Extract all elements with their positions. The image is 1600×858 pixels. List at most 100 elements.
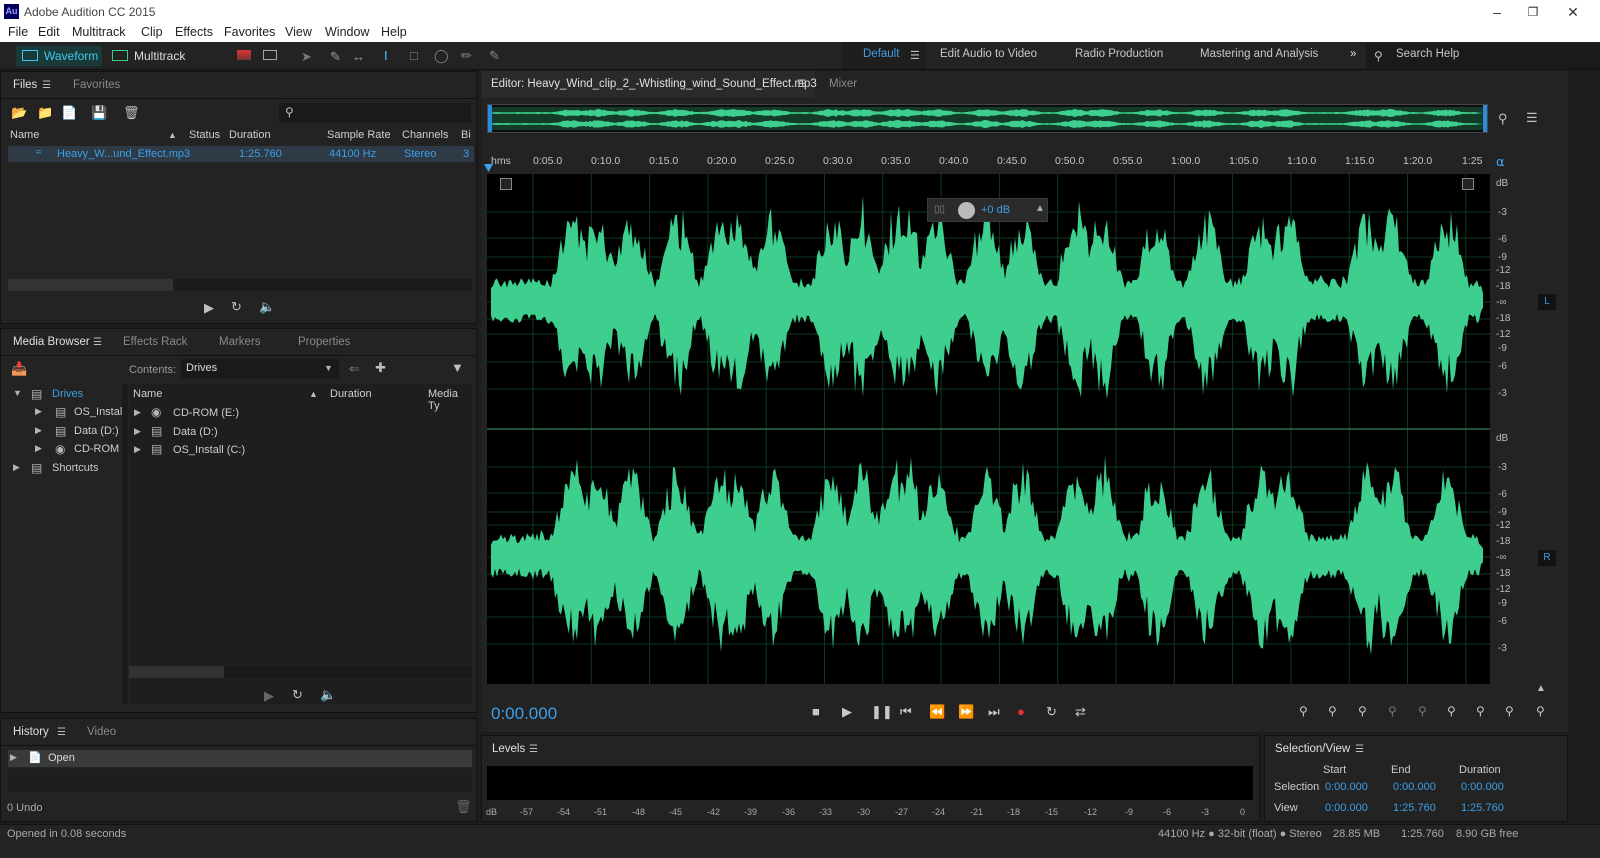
volume-knob[interactable] bbox=[958, 202, 975, 219]
view-end[interactable]: 1:25.760 bbox=[1393, 802, 1436, 814]
media-item[interactable]: CD-ROM (E:) bbox=[173, 407, 239, 419]
menu-view[interactable]: View bbox=[285, 25, 312, 39]
tab-favorites[interactable]: Favorites bbox=[73, 72, 120, 98]
tree-shortcuts[interactable]: Shortcuts bbox=[52, 462, 98, 474]
tree-data[interactable]: Data (D:) bbox=[74, 425, 119, 437]
expand-icon[interactable]: ▶ bbox=[13, 462, 20, 473]
col-media-type[interactable]: Media Ty bbox=[428, 388, 472, 412]
media-item[interactable]: Data (D:) bbox=[173, 426, 218, 438]
selection-start[interactable]: 0:00.000 bbox=[1325, 781, 1368, 793]
time-ruler[interactable] bbox=[487, 151, 1490, 173]
overview-bar[interactable] bbox=[487, 104, 1488, 133]
pause-icon[interactable]: ❚❚ bbox=[871, 704, 893, 720]
menu-help[interactable]: Help bbox=[381, 25, 407, 39]
right-channel-toggle[interactable]: R bbox=[1538, 550, 1556, 566]
tab-properties[interactable]: Properties bbox=[298, 329, 350, 355]
col-sample-rate[interactable]: Sample Rate bbox=[327, 129, 391, 141]
fade-in-icon[interactable] bbox=[500, 178, 512, 190]
filter-icon[interactable]: ▼ bbox=[451, 361, 464, 375]
tab-selection-view[interactable]: Selection/View bbox=[1275, 736, 1350, 762]
tab-media-browser[interactable]: Media Browser bbox=[13, 329, 90, 355]
healing-tool-icon[interactable]: ✎ bbox=[489, 49, 500, 63]
record-icon[interactable]: ● bbox=[1017, 704, 1025, 719]
razor-tool-icon[interactable]: ✎ bbox=[330, 50, 341, 64]
expand-icon[interactable]: ▶ bbox=[134, 444, 141, 455]
col-bits[interactable]: Bi bbox=[461, 129, 471, 141]
fast-forward-icon[interactable]: ⏩ bbox=[958, 704, 974, 720]
loop-icon[interactable]: ↻ bbox=[231, 300, 242, 314]
time-selection-tool-icon[interactable]: I bbox=[384, 49, 388, 63]
marquee-tool-icon[interactable]: □ bbox=[410, 49, 418, 63]
tab-mixer[interactable]: Mixer bbox=[829, 71, 857, 97]
pin-icon[interactable]: ▲ bbox=[1035, 203, 1045, 214]
panel-menu-icon[interactable]: ☰ bbox=[529, 743, 538, 757]
workspace-menu-icon[interactable]: ☰ bbox=[910, 49, 920, 63]
zoom-out-amplitude-icon[interactable]: ⚲ bbox=[1328, 704, 1337, 718]
expand-icon[interactable]: ▶ bbox=[35, 406, 42, 417]
workspace-mastering[interactable]: Mastering and Analysis bbox=[1200, 48, 1318, 60]
files-scrollbar[interactable] bbox=[8, 279, 472, 291]
workspace-edit-video[interactable]: Edit Audio to Video bbox=[940, 48, 1037, 60]
expand-icon[interactable]: ▶ bbox=[35, 443, 42, 454]
autoplay-icon[interactable]: 🔈 bbox=[320, 688, 336, 702]
play-icon[interactable]: ▶ bbox=[264, 689, 274, 703]
col-duration[interactable]: Duration bbox=[330, 388, 372, 400]
search-help[interactable]: Search Help bbox=[1396, 48, 1459, 60]
import-file-icon[interactable]: 📁 bbox=[37, 106, 53, 120]
new-file-icon[interactable]: 📄 bbox=[61, 106, 77, 120]
panel-menu-icon[interactable]: ☰ bbox=[42, 79, 51, 93]
open-file-icon[interactable]: 📂 bbox=[11, 106, 27, 120]
back-icon[interactable]: ⇐ bbox=[349, 362, 360, 376]
move-tool-icon[interactable]: ➤ bbox=[301, 50, 312, 64]
chevron-up-icon[interactable]: ▲ bbox=[1536, 682, 1546, 696]
view-start[interactable]: 0:00.000 bbox=[1325, 802, 1368, 814]
menu-clip[interactable]: Clip bbox=[141, 25, 163, 39]
add-shortcut-icon[interactable]: ✚ bbox=[375, 361, 386, 375]
tab-video[interactable]: Video bbox=[87, 719, 116, 745]
spectral-pitch-icon[interactable] bbox=[263, 50, 277, 60]
tree-os-install[interactable]: OS_Instal bbox=[74, 406, 122, 418]
minimize-icon[interactable]: – bbox=[1482, 2, 1512, 22]
selection-duration[interactable]: 0:00.000 bbox=[1461, 781, 1504, 793]
file-row[interactable]: ≈ Heavy_W...und_Effect.mp3 1:25.760 4410… bbox=[8, 146, 474, 162]
close-icon[interactable]: ✕ bbox=[1558, 2, 1588, 22]
multitrack-tab[interactable]: Multitrack bbox=[110, 46, 194, 66]
tab-effects-rack[interactable]: Effects Rack bbox=[123, 329, 187, 355]
col-duration[interactable]: Duration bbox=[229, 129, 271, 141]
import-media-icon[interactable]: 📥 bbox=[11, 362, 27, 376]
time-display[interactable]: 0:00.000 bbox=[491, 704, 557, 724]
expand-icon[interactable]: ▼ bbox=[13, 388, 22, 398]
tab-history[interactable]: History bbox=[13, 719, 49, 745]
zoom-reset-icon[interactable]: ⚲ bbox=[1536, 704, 1545, 718]
tab-files[interactable]: Files bbox=[13, 72, 37, 98]
play-icon[interactable]: ▶ bbox=[842, 704, 852, 720]
expand-icon[interactable]: ▶ bbox=[35, 425, 42, 436]
zoom-in-point-icon[interactable]: ⚲ bbox=[1447, 704, 1456, 718]
trash-icon[interactable]: 🗑 bbox=[455, 800, 472, 814]
tab-markers[interactable]: Markers bbox=[219, 329, 261, 355]
maximize-icon[interactable]: ❐ bbox=[1518, 2, 1548, 22]
panel-menu-icon[interactable]: ☰ bbox=[1355, 743, 1364, 757]
lasso-tool-icon[interactable]: ◯ bbox=[434, 49, 449, 63]
zoom-out-time-icon[interactable]: ⚲ bbox=[1388, 704, 1397, 718]
tree-cdrom[interactable]: CD-ROM bbox=[74, 443, 119, 455]
spectral-frequency-icon[interactable] bbox=[237, 50, 251, 60]
expand-icon[interactable]: ▶ bbox=[134, 426, 141, 437]
menu-favorites[interactable]: Favorites bbox=[224, 25, 275, 39]
skip-selection-icon[interactable]: ⇄ bbox=[1075, 704, 1086, 720]
col-name[interactable]: Name bbox=[10, 129, 39, 141]
skip-forward-icon[interactable]: ⏭ bbox=[988, 704, 1000, 720]
delete-file-icon[interactable]: 🗑 bbox=[123, 106, 140, 120]
panel-menu-icon[interactable]: ☰ bbox=[93, 336, 102, 350]
waveform-display[interactable] bbox=[487, 174, 1490, 684]
col-name[interactable]: Name bbox=[133, 388, 162, 400]
tab-levels[interactable]: Levels bbox=[492, 736, 525, 762]
skip-back-icon[interactable]: ⏮ bbox=[900, 704, 912, 720]
save-file-icon[interactable]: 💾 bbox=[91, 106, 107, 120]
zoom-to-selection-icon[interactable]: ⚲ bbox=[1498, 112, 1508, 126]
history-item[interactable]: ▶ 📄 Open bbox=[8, 750, 472, 767]
menu-multitrack[interactable]: Multitrack bbox=[72, 25, 125, 39]
col-channels[interactable]: Channels bbox=[402, 129, 448, 141]
rewind-icon[interactable]: ⏪ bbox=[929, 704, 945, 720]
fade-out-icon[interactable] bbox=[1462, 178, 1474, 190]
